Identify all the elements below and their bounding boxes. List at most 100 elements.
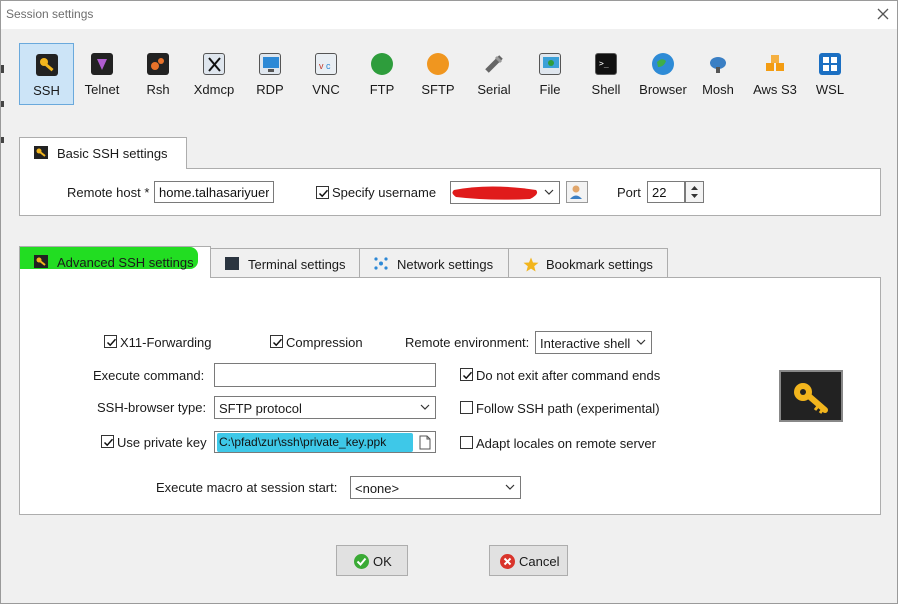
- remote-environment-value: Interactive shell: [540, 336, 631, 351]
- network-icon: [374, 257, 388, 270]
- remote-host-label: Remote host *: [67, 185, 150, 200]
- xdmcp-icon: [203, 53, 225, 75]
- session-type-label: Browser: [639, 82, 687, 97]
- tab-label: Basic SSH settings: [57, 146, 168, 161]
- svg-text:v: v: [319, 61, 324, 71]
- tab-label: Terminal settings: [248, 257, 346, 272]
- chevron-down-icon: [505, 484, 515, 490]
- file-icon: [539, 53, 561, 75]
- session-type-browser[interactable]: Browser: [637, 43, 689, 105]
- session-type-label: Telnet: [84, 82, 120, 97]
- background-window-fragment: [1, 65, 4, 73]
- x11-forwarding-checkbox[interactable]: [104, 335, 117, 348]
- cancel-button[interactable]: Cancel: [489, 545, 568, 576]
- remote-environment-label: Remote environment:: [405, 335, 530, 350]
- ssh-browser-type-select[interactable]: SFTP protocol: [214, 396, 436, 419]
- execute-macro-select[interactable]: <none>: [350, 476, 521, 499]
- browser-icon: [652, 53, 674, 75]
- mosh-icon: [707, 53, 729, 75]
- specify-username-checkbox[interactable]: [316, 186, 329, 199]
- cancel-icon: [500, 554, 515, 569]
- key-icon: [34, 255, 48, 268]
- wsl-icon: [819, 53, 841, 75]
- session-type-vnc[interactable]: vc VNC: [303, 43, 349, 105]
- adapt-locales-checkbox[interactable]: [460, 436, 473, 449]
- session-type-aws-s3[interactable]: Aws S3: [749, 43, 801, 105]
- user-manager-button[interactable]: [566, 181, 588, 203]
- specify-username-label: Specify username: [332, 185, 437, 200]
- rsh-icon: [147, 53, 169, 75]
- session-type-mosh[interactable]: Mosh: [695, 43, 741, 105]
- session-type-file[interactable]: File: [527, 43, 573, 105]
- execute-command-input[interactable]: [214, 363, 436, 387]
- ssh-browser-type-label: SSH-browser type:: [97, 400, 207, 415]
- session-type-label: Rsh: [146, 82, 170, 97]
- session-type-rdp[interactable]: RDP: [247, 43, 293, 105]
- compression-checkbox[interactable]: [270, 335, 283, 348]
- close-icon[interactable]: [873, 4, 893, 24]
- follow-ssh-path-checkbox[interactable]: [460, 401, 473, 414]
- tab-label: Advanced SSH settings: [57, 255, 194, 270]
- tab-bookmark-settings[interactable]: Bookmark settings: [508, 248, 668, 278]
- session-settings-dialog: Session settings SSH Telnet Rsh Xdmcp RD: [0, 0, 898, 604]
- session-type-label: File: [539, 82, 561, 97]
- do-not-exit-checkbox[interactable]: [460, 368, 473, 381]
- compression-label: Compression: [286, 335, 363, 350]
- use-private-key-checkbox[interactable]: [101, 435, 114, 448]
- session-type-ftp[interactable]: FTP: [359, 43, 405, 105]
- aws-s3-icon: [764, 53, 786, 75]
- tab-basic-ssh-settings[interactable]: Basic SSH settings: [19, 137, 187, 169]
- spin-up-icon: [691, 186, 698, 190]
- sftp-icon: [427, 53, 449, 75]
- chevron-down-icon: [420, 404, 430, 410]
- background-window-fragment: [1, 137, 4, 143]
- terminal-icon: [225, 257, 239, 270]
- tab-network-settings[interactable]: Network settings: [359, 248, 509, 278]
- port-spinner[interactable]: [685, 181, 704, 203]
- username-redaction-scribble: [452, 186, 538, 200]
- ssh-browser-type-value: SFTP protocol: [219, 401, 302, 416]
- title-bar: [1, 1, 897, 29]
- session-type-label: SSH: [33, 83, 60, 98]
- large-key-icon: [779, 370, 843, 422]
- session-type-label: Serial: [477, 82, 511, 97]
- do-not-exit-label: Do not exit after command ends: [476, 368, 661, 383]
- tab-label: Network settings: [397, 257, 494, 272]
- adapt-locales-label: Adapt locales on remote server: [476, 436, 656, 451]
- session-type-shell[interactable]: >_ Shell: [583, 43, 629, 105]
- session-type-xdmcp[interactable]: Xdmcp: [188, 43, 240, 105]
- execute-macro-value: <none>: [355, 481, 400, 496]
- tab-advanced-ssh-settings[interactable]: Advanced SSH settings: [19, 246, 211, 278]
- port-input[interactable]: [647, 181, 685, 203]
- key-icon: [34, 146, 48, 159]
- session-type-label: VNC: [312, 82, 340, 97]
- star-icon: [523, 257, 539, 272]
- user-icon: [570, 185, 582, 199]
- session-type-telnet[interactable]: Telnet: [77, 43, 127, 105]
- document-icon[interactable]: [419, 435, 431, 450]
- svg-text:>_: >_: [599, 59, 609, 68]
- session-type-sftp[interactable]: SFTP: [415, 43, 461, 105]
- telnet-icon: [91, 53, 113, 75]
- ssh-key-icon: [35, 54, 58, 76]
- remote-environment-select[interactable]: Interactive shell: [535, 331, 652, 354]
- private-key-path-input[interactable]: C:\pfad\zur\ssh\private_key.ppk: [214, 431, 436, 453]
- serial-icon: [483, 53, 505, 75]
- session-type-rsh[interactable]: Rsh: [135, 43, 181, 105]
- session-type-serial[interactable]: Serial: [471, 43, 517, 105]
- vnc-icon: vc: [315, 53, 337, 75]
- session-type-ssh[interactable]: SSH: [19, 43, 74, 105]
- session-type-label: Aws S3: [753, 82, 797, 97]
- tab-terminal-settings[interactable]: Terminal settings: [210, 248, 360, 278]
- session-type-wsl[interactable]: WSL: [807, 43, 853, 105]
- check-icon: [354, 554, 369, 569]
- remote-host-input[interactable]: [154, 181, 274, 203]
- rdp-icon: [259, 53, 281, 75]
- cancel-button-label: Cancel: [519, 554, 560, 569]
- spin-down-icon: [691, 194, 698, 198]
- ok-button[interactable]: OK: [336, 545, 408, 576]
- x11-forwarding-label: X11-Forwarding: [120, 335, 212, 350]
- ftp-icon: [371, 53, 393, 75]
- shell-icon: >_: [595, 53, 617, 75]
- session-type-label: Xdmcp: [193, 82, 235, 97]
